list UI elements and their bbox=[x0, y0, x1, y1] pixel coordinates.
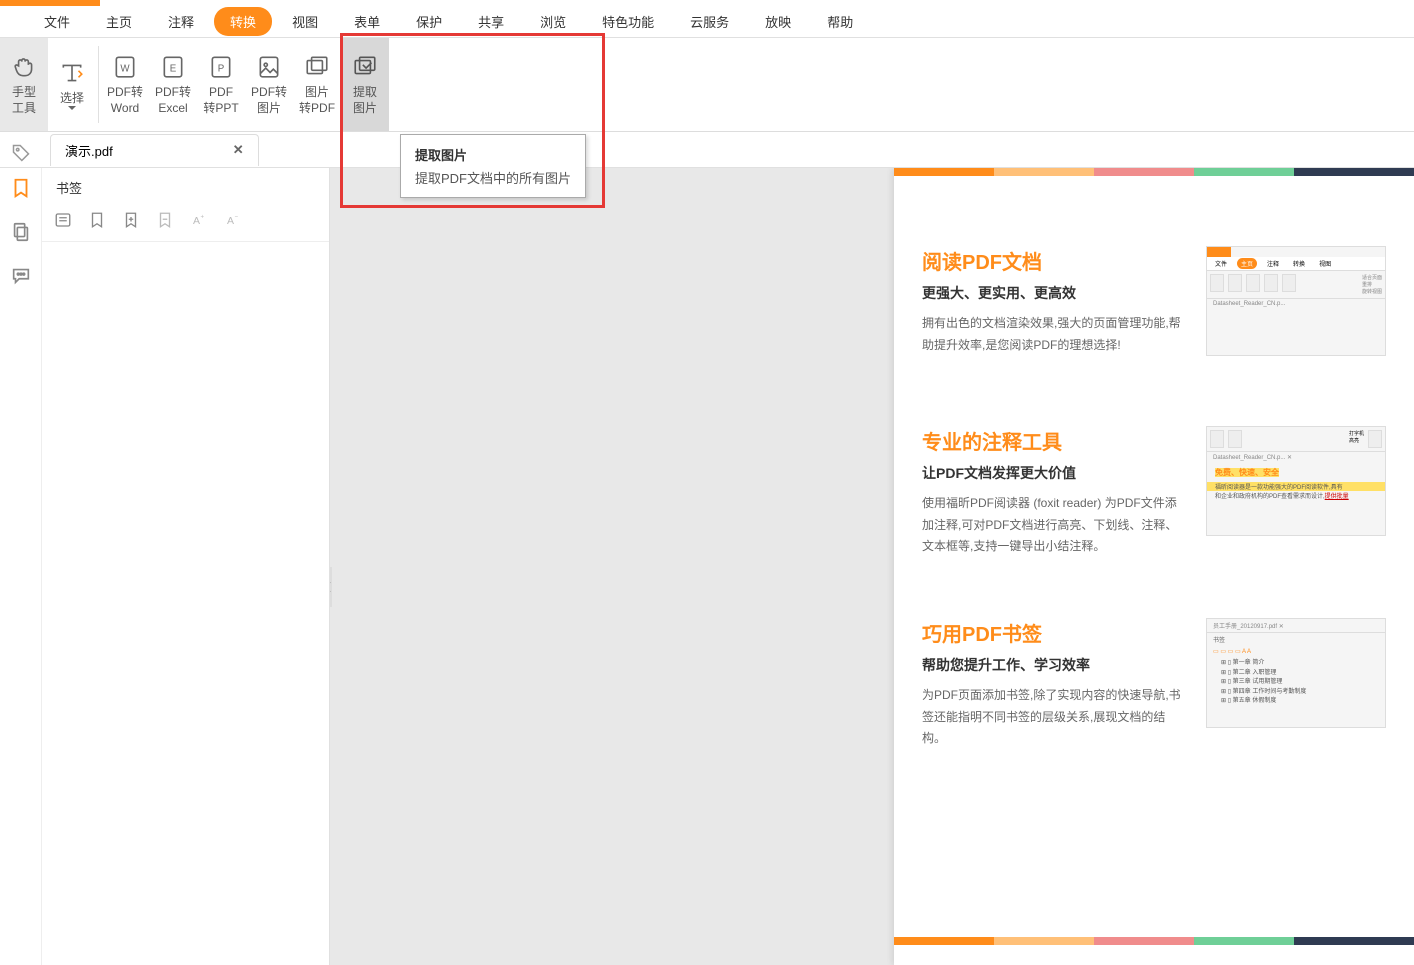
svg-text:E: E bbox=[170, 63, 177, 74]
tooltip-title: 提取图片 bbox=[415, 145, 571, 164]
main-workspace: 书签 A+ A− 阅读PDF文档 更强大、更实用、更高效 拥有出色的文档渲染效果… bbox=[0, 168, 1414, 965]
menu-form[interactable]: 表单 bbox=[338, 7, 396, 36]
feature-subtitle: 更强大、更实用、更高效 bbox=[922, 283, 1188, 303]
pdf-to-excel-button[interactable]: E PDF转 Excel bbox=[149, 38, 197, 131]
extract-image-tooltip: 提取图片 提取PDF文档中的所有图片 bbox=[400, 134, 586, 198]
bookmark-list-icon[interactable] bbox=[54, 211, 74, 231]
bookmark-add-icon[interactable] bbox=[88, 211, 108, 231]
ribbon-separator bbox=[98, 46, 99, 123]
bookmark-toolbar: A+ A− bbox=[42, 207, 329, 242]
extract-image-label: 提取 图片 bbox=[353, 85, 377, 116]
pdf-to-image-button[interactable]: PDF转 图片 bbox=[245, 38, 293, 131]
pdf-to-excel-label: PDF转 Excel bbox=[155, 85, 191, 116]
menu-convert[interactable]: 转换 bbox=[214, 7, 272, 36]
page-top-stripe bbox=[894, 168, 1414, 176]
menu-home[interactable]: 主页 bbox=[90, 7, 148, 36]
ribbon-toolbar: 手型 工具 选择 W PDF转 Word E PDF转 Excel P PDF … bbox=[0, 38, 1414, 132]
svg-text:W: W bbox=[120, 63, 130, 74]
tag-icon[interactable] bbox=[11, 143, 31, 163]
hand-tool-label: 手型 工具 bbox=[12, 85, 36, 116]
menu-view[interactable]: 视图 bbox=[276, 7, 334, 36]
file-tab-name: 演示.pdf bbox=[65, 141, 113, 160]
bookmark-remove-icon[interactable] bbox=[156, 211, 176, 231]
pdf-to-ppt-label: PDF 转PPT bbox=[203, 85, 238, 116]
feature-read-pdf: 阅读PDF文档 更强大、更实用、更高效 拥有出色的文档渲染效果,强大的页面管理功… bbox=[894, 226, 1414, 366]
feature-annotation: 专业的注释工具 让PDF文档发挥更大价值 使用福昕PDF阅读器 (foxit r… bbox=[894, 406, 1414, 568]
feature-description: 为PDF页面添加书签,除了实现内容的快速导航,书签还能指明不同书签的层级关系,展… bbox=[922, 685, 1188, 750]
document-tab-bar: 演示.pdf ✕ bbox=[0, 132, 1414, 168]
svg-text:A: A bbox=[193, 215, 200, 227]
text-cursor-icon bbox=[58, 59, 86, 87]
feature-subtitle: 帮助您提升工作、学习效率 bbox=[922, 655, 1188, 675]
image-doc-icon bbox=[255, 53, 283, 81]
pdf-to-word-label: PDF转 Word bbox=[107, 85, 143, 116]
menu-protect[interactable]: 保护 bbox=[400, 7, 458, 36]
pages-rail-icon[interactable] bbox=[9, 220, 33, 244]
bookmark-panel: 书签 A+ A− bbox=[42, 168, 330, 965]
chevron-down-icon bbox=[68, 106, 76, 110]
ppt-doc-icon: P bbox=[207, 53, 235, 81]
images-stack-icon bbox=[303, 53, 331, 81]
menu-special[interactable]: 特色功能 bbox=[586, 7, 670, 36]
pdf-to-ppt-button[interactable]: P PDF 转PPT bbox=[197, 38, 245, 131]
document-canvas[interactable]: 阅读PDF文档 更强大、更实用、更高效 拥有出色的文档渲染效果,强大的页面管理功… bbox=[330, 168, 1414, 965]
feature-bookmark: 巧用PDF书签 帮助您提升工作、学习效率 为PDF页面添加书签,除了实现内容的快… bbox=[894, 598, 1414, 760]
image-to-pdf-button[interactable]: 图片 转PDF bbox=[293, 38, 341, 131]
extract-image-button[interactable]: 提取 图片 bbox=[341, 38, 389, 131]
feature-description: 拥有出色的文档渲染效果,强大的页面管理功能,帮助提升效率,是您阅读PDF的理想选… bbox=[922, 313, 1188, 356]
menu-play[interactable]: 放映 bbox=[749, 7, 807, 36]
menu-file[interactable]: 文件 bbox=[28, 7, 86, 36]
feature-subtitle: 让PDF文档发挥更大价值 bbox=[922, 463, 1188, 483]
feature-thumbnail: 打字机高亮 Datasheet_Reader_CN.p... ✕ 免费、快速、安… bbox=[1206, 426, 1386, 536]
file-tab[interactable]: 演示.pdf ✕ bbox=[50, 134, 259, 166]
menu-help[interactable]: 帮助 bbox=[811, 7, 869, 36]
menu-cloud[interactable]: 云服务 bbox=[674, 7, 745, 36]
menu-browse[interactable]: 浏览 bbox=[524, 7, 582, 36]
page-bottom-stripe bbox=[894, 937, 1414, 945]
feature-thumbnail: 文件主页注释转换视图 适合页面重排旋转视图 Datasheet_Reader_C… bbox=[1206, 246, 1386, 356]
pdf-page: 阅读PDF文档 更强大、更实用、更高效 拥有出色的文档渲染效果,强大的页面管理功… bbox=[894, 168, 1414, 965]
menu-annotate[interactable]: 注释 bbox=[152, 7, 210, 36]
svg-text:A: A bbox=[227, 215, 234, 227]
image-to-pdf-label: 图片 转PDF bbox=[299, 85, 335, 116]
menu-share[interactable]: 共享 bbox=[462, 7, 520, 36]
pdf-to-word-button[interactable]: W PDF转 Word bbox=[101, 38, 149, 131]
feature-title: 阅读PDF文档 bbox=[922, 246, 1188, 275]
comments-rail-icon[interactable] bbox=[9, 264, 33, 288]
font-increase-icon[interactable]: A+ bbox=[190, 211, 210, 231]
word-doc-icon: W bbox=[111, 53, 139, 81]
bookmark-rail-icon[interactable] bbox=[9, 176, 33, 200]
excel-doc-icon: E bbox=[159, 53, 187, 81]
feature-title: 巧用PDF书签 bbox=[922, 618, 1188, 647]
hand-icon bbox=[10, 53, 38, 81]
font-decrease-icon[interactable]: A− bbox=[224, 211, 244, 231]
extract-image-icon bbox=[351, 53, 379, 81]
panel-collapse-handle[interactable] bbox=[330, 567, 332, 607]
tooltip-description: 提取PDF文档中的所有图片 bbox=[415, 168, 571, 187]
left-navigation-rail bbox=[0, 168, 42, 965]
select-tool-label: 选择 bbox=[60, 91, 84, 107]
feature-description: 使用福昕PDF阅读器 (foxit reader) 为PDF文件添加注释,可对P… bbox=[922, 493, 1188, 558]
select-tool-button[interactable]: 选择 bbox=[48, 38, 96, 131]
svg-text:+: + bbox=[201, 215, 205, 221]
svg-text:−: − bbox=[235, 215, 239, 221]
menu-bar: 文件 主页 注释 转换 视图 表单 保护 共享 浏览 特色功能 云服务 放映 帮… bbox=[0, 6, 1414, 38]
bookmark-add-child-icon[interactable] bbox=[122, 211, 142, 231]
pdf-to-image-label: PDF转 图片 bbox=[251, 85, 287, 116]
feature-title: 专业的注释工具 bbox=[922, 426, 1188, 455]
feature-thumbnail: 员工手册_20120917.pdf ✕ 书签 ▭ ▭ ▭ ▭ A A ⊞ ▯ 第… bbox=[1206, 618, 1386, 728]
close-tab-button[interactable]: ✕ bbox=[233, 142, 244, 158]
svg-text:P: P bbox=[218, 63, 225, 74]
hand-tool-button[interactable]: 手型 工具 bbox=[0, 38, 48, 131]
bookmark-panel-title: 书签 bbox=[42, 168, 329, 207]
